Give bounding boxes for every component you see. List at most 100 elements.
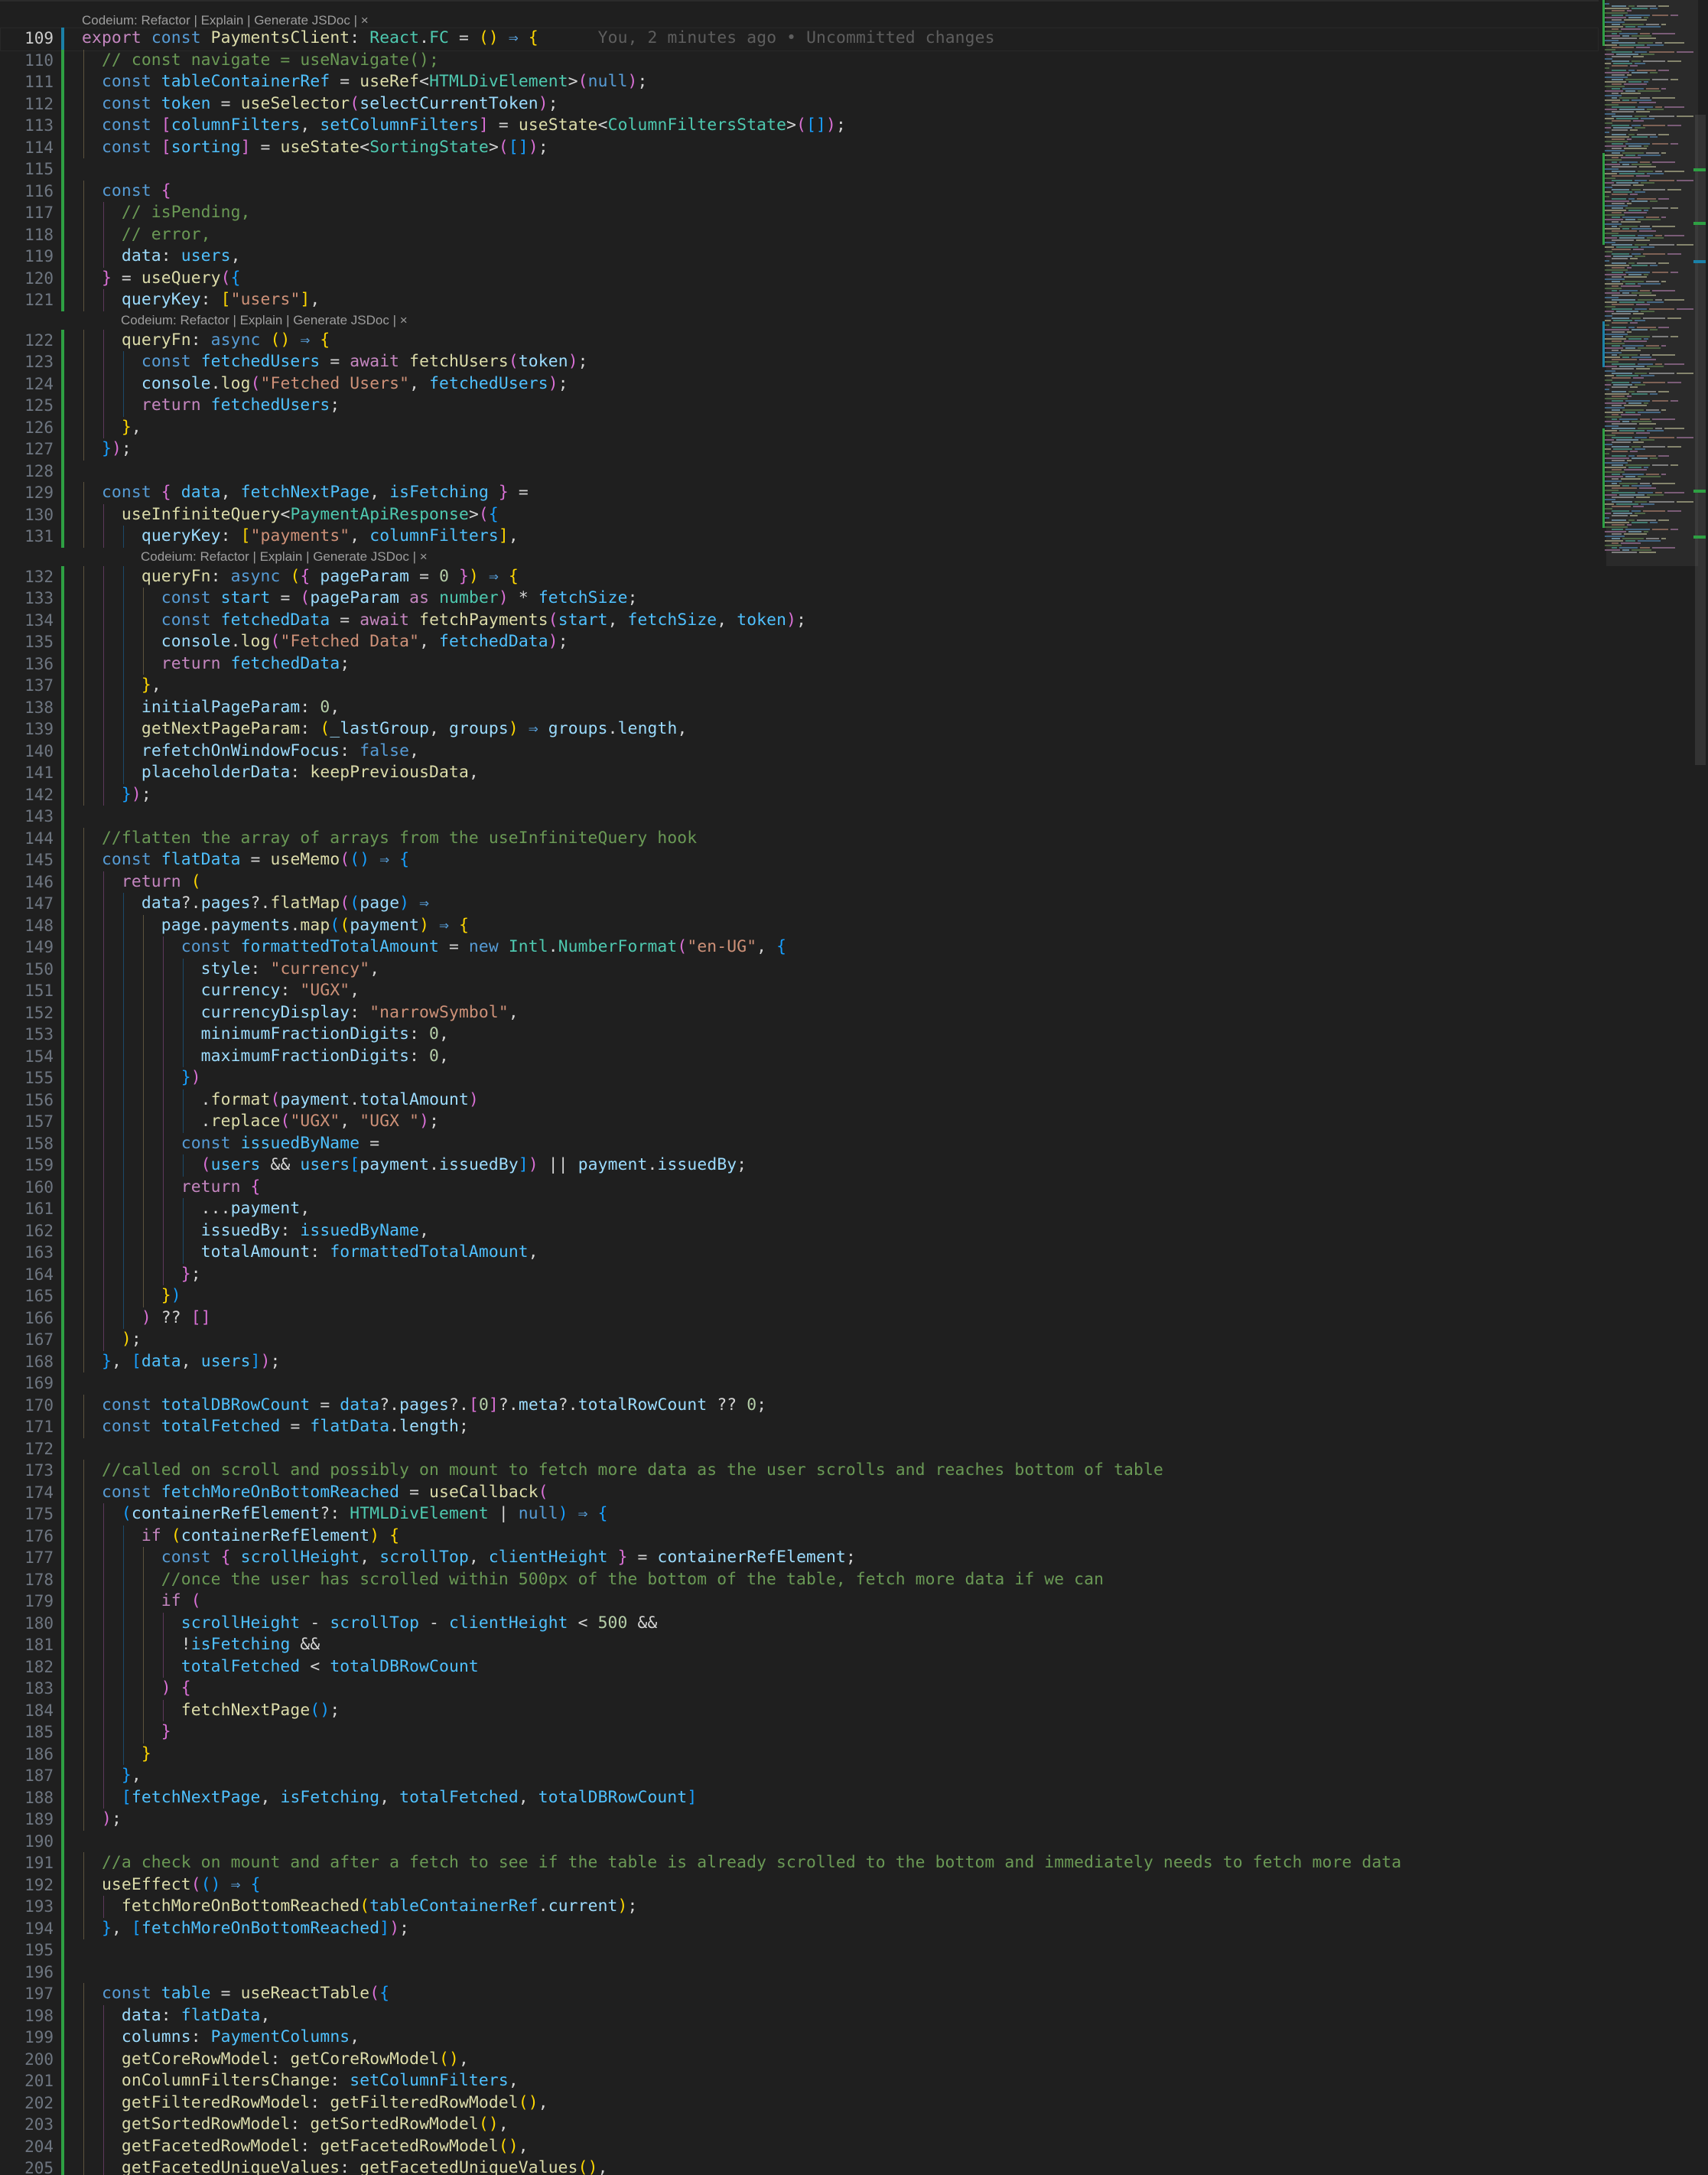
- git-added-indicator[interactable]: [61, 1721, 64, 1744]
- git-added-indicator[interactable]: [61, 588, 64, 610]
- code-line[interactable]: 180 scrollHeight - scrollTop - clientHei…: [0, 1612, 1599, 1635]
- code-text[interactable]: if (: [82, 1591, 201, 1613]
- git-added-indicator[interactable]: [61, 1591, 64, 1613]
- code-text[interactable]: }: [82, 1721, 171, 1744]
- code-text[interactable]: .replace("UGX", "UGX ");: [82, 1111, 439, 1133]
- code-text[interactable]: });: [82, 784, 151, 806]
- git-added-indicator[interactable]: [61, 482, 64, 504]
- code-text[interactable]: const start = (pageParam as number) * fe…: [82, 588, 638, 610]
- code-line[interactable]: 174 const fetchMoreOnBottomReached = use…: [0, 1481, 1599, 1504]
- code-line[interactable]: 202 getFilteredRowModel: getFilteredRowM…: [0, 2092, 1599, 2114]
- code-line[interactable]: 137 },: [0, 675, 1599, 697]
- code-line[interactable]: 111 const tableContainerRef = useRef<HTM…: [0, 71, 1599, 93]
- git-added-indicator[interactable]: [61, 158, 64, 181]
- code-text[interactable]: queryFn: async () ⇒ {: [82, 330, 330, 352]
- git-added-indicator[interactable]: [61, 718, 64, 741]
- code-text[interactable]: const token = useSelector(selectCurrentT…: [82, 93, 558, 116]
- git-added-indicator[interactable]: [61, 740, 64, 762]
- code-line[interactable]: 150 style: "currency",: [0, 958, 1599, 980]
- code-text[interactable]: scrollHeight - scrollTop - clientHeight …: [82, 1613, 658, 1635]
- code-text[interactable]: //flatten the array of arrays from the u…: [82, 828, 697, 850]
- git-added-indicator[interactable]: [61, 1765, 64, 1787]
- git-added-indicator[interactable]: [61, 871, 64, 893]
- code-text[interactable]: const fetchedData = await fetchPayments(…: [82, 610, 806, 632]
- code-line[interactable]: 110 // const navigate = useNavigate();: [0, 49, 1599, 71]
- git-added-indicator[interactable]: [61, 246, 64, 268]
- git-added-indicator[interactable]: [61, 526, 64, 548]
- code-editor[interactable]: Codeium: Refactor | Explain | Generate J…: [0, 0, 1708, 2175]
- git-added-indicator[interactable]: [61, 438, 64, 461]
- code-text[interactable]: },: [82, 417, 142, 439]
- code-text[interactable]: const [columnFilters, setColumnFilters] …: [82, 115, 846, 137]
- code-text[interactable]: if (containerRefElement) {: [82, 1525, 399, 1548]
- code-line[interactable]: 136 return fetchedData;: [0, 653, 1599, 675]
- code-text[interactable]: const fetchedUsers = await fetchUsers(to…: [82, 351, 588, 373]
- code-text[interactable]: placeholderData: keepPreviousData,: [82, 762, 479, 784]
- git-added-indicator[interactable]: [61, 1416, 64, 1438]
- code-line[interactable]: 133 const start = (pageParam as number) …: [0, 588, 1599, 610]
- git-added-indicator[interactable]: [61, 1024, 64, 1046]
- git-added-indicator[interactable]: [61, 696, 64, 718]
- git-added-indicator[interactable]: [61, 1961, 64, 1983]
- code-line[interactable]: 159 (users && users[payment.issuedBy]) |…: [0, 1154, 1599, 1177]
- code-text[interactable]: const fetchMoreOnBottomReached = useCall…: [82, 1482, 548, 1504]
- code-text[interactable]: fetchMoreOnBottomReached(tableContainerR…: [82, 1896, 638, 1918]
- git-added-indicator[interactable]: [61, 980, 64, 1002]
- git-added-indicator[interactable]: [61, 1089, 64, 1111]
- git-added-indicator[interactable]: [61, 223, 64, 246]
- code-line[interactable]: 160 return {: [0, 1176, 1599, 1198]
- git-added-indicator[interactable]: [61, 503, 64, 526]
- git-added-indicator[interactable]: [61, 1438, 64, 1460]
- git-added-indicator[interactable]: [61, 1285, 64, 1307]
- code-line[interactable]: 196: [0, 1961, 1599, 1983]
- code-text[interactable]: getFacetedUniqueValues: getFacetedUnique…: [82, 2157, 608, 2175]
- code-text[interactable]: },: [82, 1765, 142, 1787]
- minimap-slider[interactable]: [1606, 0, 1698, 566]
- git-added-indicator[interactable]: [61, 1678, 64, 1700]
- code-text[interactable]: minimumFractionDigits: 0,: [82, 1024, 449, 1046]
- code-line[interactable]: 175 (containerRefElement?: HTMLDivElemen…: [0, 1503, 1599, 1525]
- git-added-indicator[interactable]: [61, 1242, 64, 1264]
- git-added-indicator[interactable]: [61, 1067, 64, 1089]
- code-line[interactable]: 203 getSortedRowModel: getSortedRowModel…: [0, 2114, 1599, 2136]
- code-line[interactable]: 129 const { data, fetchNextPage, isFetch…: [0, 482, 1599, 504]
- git-added-indicator[interactable]: [61, 71, 64, 93]
- code-line[interactable]: 116 const {: [0, 180, 1599, 203]
- code-text[interactable]: getFacetedRowModel: getFacetedRowModel()…: [82, 2136, 529, 2158]
- code-text[interactable]: const {: [82, 181, 171, 203]
- git-added-indicator[interactable]: [61, 289, 64, 311]
- code-text[interactable]: ...payment,: [82, 1198, 311, 1220]
- code-text[interactable]: columns: PaymentColumns,: [82, 2027, 359, 2049]
- code-text[interactable]: }): [82, 1285, 181, 1307]
- git-added-indicator[interactable]: [61, 2092, 64, 2114]
- git-added-indicator[interactable]: [61, 2048, 64, 2070]
- code-text[interactable]: data: users,: [82, 246, 241, 268]
- git-added-indicator[interactable]: [61, 2027, 64, 2049]
- git-added-indicator[interactable]: [61, 827, 64, 849]
- code-text[interactable]: queryFn: async ({ pageParam = 0 }) ⇒ {: [82, 566, 519, 588]
- git-added-indicator[interactable]: [61, 1547, 64, 1569]
- code-line[interactable]: 145 const flatData = useMemo(() ⇒ {: [0, 849, 1599, 871]
- git-added-indicator[interactable]: [61, 565, 64, 588]
- git-added-indicator[interactable]: [61, 1852, 64, 1874]
- code-line[interactable]: 146 return (: [0, 871, 1599, 893]
- code-line[interactable]: 124 console.log("Fetched Users", fetched…: [0, 373, 1599, 396]
- code-line[interactable]: 188 [fetchNextPage, isFetching, totalFet…: [0, 1786, 1599, 1809]
- code-line[interactable]: 168 }, [data, users]);: [0, 1350, 1599, 1372]
- git-added-indicator[interactable]: [61, 2135, 64, 2157]
- code-line[interactable]: 126 },: [0, 416, 1599, 439]
- code-line[interactable]: 201 onColumnFiltersChange: setColumnFilt…: [0, 2070, 1599, 2092]
- code-text[interactable]: console.log("Fetched Data", fetchedData)…: [82, 631, 568, 653]
- code-line[interactable]: 183 ) {: [0, 1678, 1599, 1700]
- git-added-indicator[interactable]: [61, 1786, 64, 1809]
- code-text[interactable]: }: [82, 1744, 151, 1766]
- code-text[interactable]: //a check on mount and after a fetch to …: [82, 1852, 1401, 1874]
- code-text[interactable]: const [sorting] = useState<SortingState>…: [82, 137, 548, 159]
- git-added-indicator[interactable]: [61, 1612, 64, 1634]
- code-text[interactable]: onColumnFiltersChange: setColumnFilters,: [82, 2070, 519, 2092]
- code-line[interactable]: 153 minimumFractionDigits: 0,: [0, 1024, 1599, 1046]
- git-added-indicator[interactable]: [61, 1983, 64, 2005]
- code-text[interactable]: console.log("Fetched Users", fetchedUser…: [82, 373, 568, 396]
- code-text[interactable]: [fetchNextPage, isFetching, totalFetched…: [82, 1787, 697, 1809]
- code-text[interactable]: );: [82, 1809, 122, 1831]
